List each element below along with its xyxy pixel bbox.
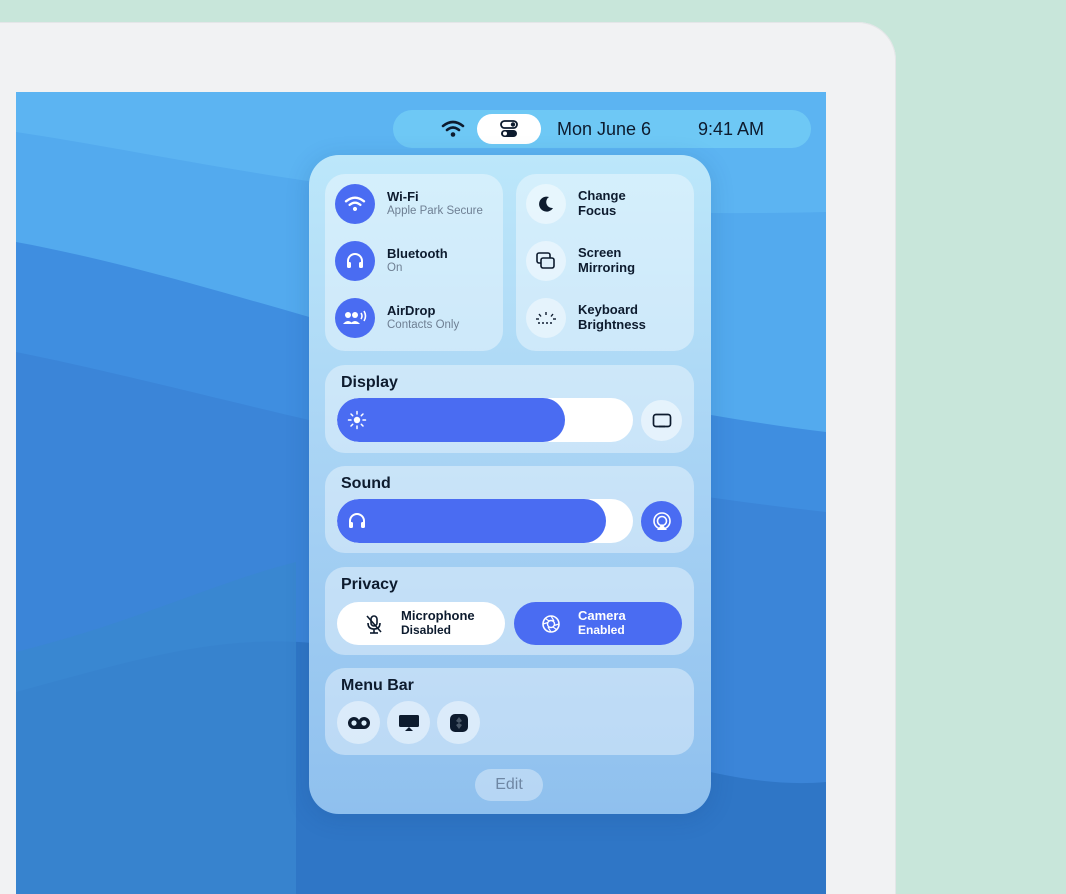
apple-tv-icon bbox=[398, 714, 419, 731]
menu-bar: Mon June 6 9:41 AM bbox=[393, 110, 811, 148]
airplay-audio-button[interactable] bbox=[641, 501, 682, 542]
headphones-icon bbox=[349, 513, 365, 528]
camera-indicator[interactable]: Camera Enabled bbox=[514, 602, 682, 645]
bluetooth-toggle[interactable]: Bluetooth On bbox=[335, 241, 448, 281]
microphone-indicator[interactable]: Microphone Disabled bbox=[337, 602, 505, 645]
app-button[interactable] bbox=[437, 701, 480, 744]
keyboard-label-line2: Brightness bbox=[578, 317, 646, 332]
airplay-audio-icon bbox=[652, 511, 671, 530]
focus-label-line1: Change bbox=[578, 188, 626, 204]
sound-title: Sound bbox=[341, 475, 391, 492]
privacy-module: Privacy Microphone Disabled Camera Enabl… bbox=[325, 567, 694, 655]
mirroring-label-line2: Mirroring bbox=[578, 260, 636, 275]
app-icon bbox=[449, 713, 468, 732]
keyboard-label-line1: Keyboard bbox=[578, 302, 638, 318]
bluetooth-label: Bluetooth bbox=[387, 245, 448, 261]
camera-label: Camera bbox=[578, 608, 626, 624]
display-icon bbox=[652, 413, 671, 427]
wifi-label: Wi-Fi bbox=[387, 188, 419, 204]
headphones-icon bbox=[347, 253, 363, 268]
keyboard-brightness-icon bbox=[536, 312, 556, 324]
display-title: Display bbox=[341, 374, 398, 391]
screen-mirroring-button[interactable] bbox=[526, 241, 566, 281]
menu-bar-module: Menu Bar bbox=[325, 668, 694, 755]
airdrop-toggle[interactable]: AirDrop Contacts Only bbox=[335, 298, 459, 338]
wifi-icon bbox=[344, 196, 366, 212]
microphone-status: Disabled bbox=[401, 623, 452, 638]
camera-aperture-icon bbox=[542, 614, 560, 633]
quick-controls-module: Change Focus Screen Mirroring Keyboard B… bbox=[516, 174, 694, 351]
creative-cloud-icon bbox=[347, 716, 370, 729]
brightness-slider[interactable] bbox=[337, 398, 633, 442]
focus-button[interactable] bbox=[526, 184, 566, 224]
microphone-label: Microphone bbox=[401, 608, 475, 624]
bluetooth-button[interactable] bbox=[335, 241, 375, 281]
control-center-button[interactable] bbox=[477, 114, 541, 144]
airdrop-status: Contacts Only bbox=[387, 318, 460, 331]
menu-bar-module-title: Menu Bar bbox=[341, 677, 414, 694]
focus-label-line2: Focus bbox=[578, 203, 617, 218]
menu-bar-time[interactable]: 9:41 AM bbox=[698, 119, 764, 140]
airdrop-icon bbox=[343, 310, 367, 324]
sun-icon bbox=[347, 410, 367, 430]
wifi-icon[interactable] bbox=[441, 119, 465, 139]
connectivity-module: Wi-Fi Apple Park Secure Bluetooth On Air… bbox=[325, 174, 503, 351]
change-focus-control[interactable]: Change Focus bbox=[526, 184, 626, 224]
brightness-slider-fill bbox=[337, 398, 565, 442]
privacy-title: Privacy bbox=[341, 576, 398, 593]
bluetooth-status: On bbox=[387, 261, 403, 274]
display-settings-button[interactable] bbox=[641, 400, 682, 441]
microphone-disabled-icon bbox=[366, 614, 382, 634]
wifi-toggle[interactable]: Wi-Fi Apple Park Secure bbox=[335, 184, 483, 224]
keyboard-brightness-button[interactable] bbox=[526, 298, 566, 338]
camera-status: Enabled bbox=[578, 623, 625, 638]
wifi-button[interactable] bbox=[335, 184, 375, 224]
wifi-network: Apple Park Secure bbox=[387, 204, 483, 217]
edit-button[interactable]: Edit bbox=[475, 769, 543, 801]
sound-module: Sound bbox=[325, 466, 694, 553]
keyboard-brightness-control[interactable]: Keyboard Brightness bbox=[526, 298, 646, 338]
control-center-panel: Wi-Fi Apple Park Secure Bluetooth On Air… bbox=[309, 155, 711, 814]
menu-bar-date[interactable]: Mon June 6 bbox=[557, 119, 651, 140]
display-module: Display bbox=[325, 365, 694, 453]
screen-mirroring-icon bbox=[536, 252, 555, 269]
control-center-icon bbox=[500, 120, 518, 137]
creative-cloud-button[interactable] bbox=[337, 701, 380, 744]
airdrop-label: AirDrop bbox=[387, 302, 436, 318]
screen-mirroring-control[interactable]: Screen Mirroring bbox=[526, 241, 635, 281]
apple-tv-button[interactable] bbox=[387, 701, 430, 744]
airdrop-button[interactable] bbox=[335, 298, 375, 338]
mirroring-label-line1: Screen bbox=[578, 245, 622, 261]
moon-icon bbox=[539, 196, 553, 212]
volume-slider-fill bbox=[337, 499, 607, 543]
volume-slider[interactable] bbox=[337, 499, 633, 543]
